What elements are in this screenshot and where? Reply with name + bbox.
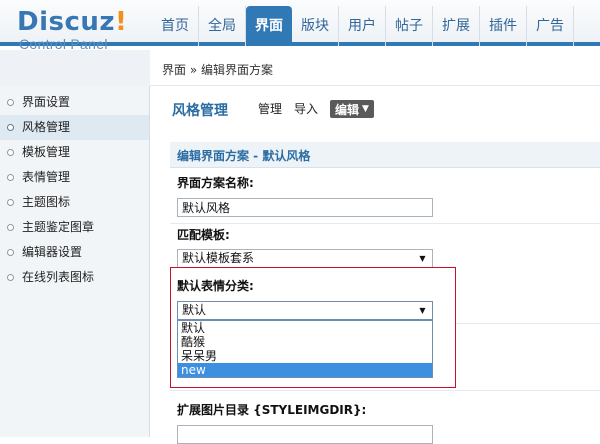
bullet-icon	[7, 124, 14, 131]
sidebar-item-label: 编辑器设置	[22, 245, 83, 259]
sidebar-item-6[interactable]: 编辑器设置	[0, 240, 149, 265]
tab-2[interactable]: 界面	[246, 6, 292, 46]
subnav-import-link[interactable]: 导入	[294, 100, 318, 118]
emoji-category-select-value: 默认	[182, 303, 207, 317]
discuz-logo[interactable]: Discuz! Control Panel	[17, 7, 127, 52]
sidebar-item-label: 在线列表图标	[22, 270, 95, 284]
top-navigation: 首页 全局 界面 版块 用户 帖子 扩展 插件 广告	[152, 6, 574, 46]
bullet-icon	[7, 199, 14, 206]
imgdir-input[interactable]	[177, 425, 433, 444]
scheme-name-input[interactable]	[177, 198, 433, 217]
top-header: Discuz! Control Panel 首页 全局 界面 版块 用户 帖子 扩展 插件 广告	[0, 0, 600, 52]
sidebar-item-5[interactable]: 主题鉴定图章	[0, 215, 149, 240]
logo-title: Discuz!	[17, 7, 127, 37]
tab-6[interactable]: 扩展	[433, 6, 480, 46]
emoji-category-option[interactable]: 酷猴	[178, 335, 432, 349]
sidebar-item-label: 模板管理	[22, 145, 71, 159]
breadcrumb-bar: 界面 » 编辑界面方案	[0, 50, 600, 86]
main-content: 风格管理 管理 导入 编辑▼ 编辑界面方案 - 默认风格 界面方案名称: 匹配模…	[150, 86, 600, 444]
divider	[170, 223, 600, 224]
sidebar-item-4[interactable]: 主题图标	[0, 190, 149, 215]
dropdown-arrow-icon[interactable]: ▼	[415, 251, 430, 266]
sidebar-item-label: 表情管理	[22, 170, 71, 184]
subnav-manage-link[interactable]: 管理	[258, 100, 282, 118]
breadcrumb: 界面 » 编辑界面方案	[162, 63, 273, 77]
emoji-category-dropdown-list: 默认 酷猴 呆呆男 new	[177, 320, 433, 378]
tab-7[interactable]: 插件	[480, 6, 527, 46]
sub-navigation: 管理 导入 编辑 ▼	[258, 100, 374, 118]
sidebar-item-label: 界面设置	[22, 95, 71, 109]
tab-1[interactable]: 全局	[199, 6, 246, 46]
sidebar-item-label: 主题图标	[22, 195, 71, 209]
divider	[456, 323, 600, 324]
emoji-category-option[interactable]: 呆呆男	[178, 349, 432, 363]
emoji-category-label: 默认表情分类:	[177, 279, 254, 293]
imgdir-label: 扩展图片目录 {STYLEIMGDIR}:	[177, 403, 367, 417]
tab-3[interactable]: 版块	[292, 6, 339, 46]
sidebar-item-7[interactable]: 在线列表图标	[0, 265, 149, 290]
bullet-icon	[7, 149, 14, 156]
bullet-icon	[7, 224, 14, 231]
sidebar-menu: 界面设置风格管理模板管理表情管理主题图标主题鉴定图章 编辑器设置在线列表图标	[0, 86, 149, 290]
bullet-icon	[7, 274, 14, 281]
edit-button-label: 编辑	[335, 102, 360, 117]
tab-0[interactable]: 首页	[152, 6, 199, 46]
tab-5[interactable]: 帖子	[386, 6, 433, 46]
sidebar-item-0[interactable]: 界面设置	[0, 90, 149, 115]
caret-down-icon: ▼	[362, 104, 369, 114]
breadcrumb-bar-sidebar-fill	[0, 50, 150, 86]
subnav-edit-button[interactable]: 编辑 ▼	[330, 100, 374, 118]
scheme-name-label: 界面方案名称:	[177, 176, 254, 190]
tab-4[interactable]: 用户	[339, 6, 386, 46]
tab-8[interactable]: 广告	[527, 6, 574, 46]
sidebar-item-3[interactable]: 表情管理	[0, 165, 149, 190]
divider	[170, 390, 600, 391]
logo-main-text: Discuz	[17, 7, 116, 37]
page-title: 风格管理	[172, 103, 228, 119]
dropdown-arrow-icon[interactable]: ▼	[415, 303, 430, 318]
bullet-icon	[7, 174, 14, 181]
sidebar-item-1[interactable]: 风格管理	[0, 115, 149, 140]
sidebar-item-2[interactable]: 模板管理	[0, 140, 149, 165]
emoji-category-select[interactable]: 默认 ▼	[177, 301, 433, 320]
sidebar-item-label: 主题鉴定图章	[22, 220, 95, 234]
template-label: 匹配模板:	[177, 228, 230, 242]
logo-bang: !	[115, 7, 128, 37]
section-header: 编辑界面方案 - 默认风格	[170, 142, 600, 168]
sidebar: 界面设置风格管理模板管理表情管理主题图标主题鉴定图章 编辑器设置在线列表图标	[0, 86, 150, 437]
template-select[interactable]: 默认模板套系 ▼	[177, 249, 433, 268]
emoji-category-option[interactable]: 默认	[178, 321, 432, 335]
emoji-category-option[interactable]: new	[178, 363, 432, 377]
section-title: 编辑界面方案 - 默认风格	[177, 149, 311, 163]
template-select-value: 默认模板套系	[182, 251, 255, 265]
sidebar-item-label: 风格管理	[22, 120, 71, 134]
bullet-icon	[7, 99, 14, 106]
bullet-icon	[7, 249, 14, 256]
